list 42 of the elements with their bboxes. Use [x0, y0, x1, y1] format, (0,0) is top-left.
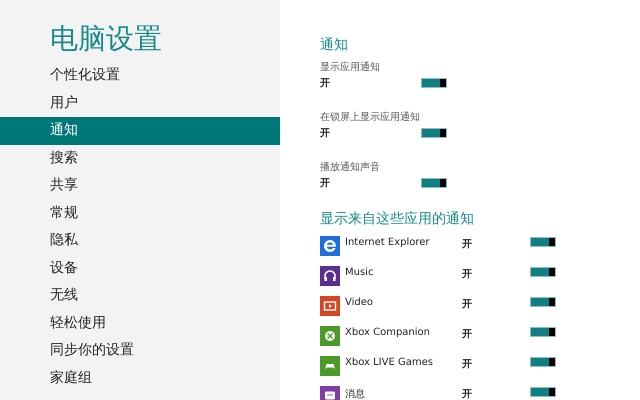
- sidebar-item[interactable]: 搜索: [0, 144, 280, 172]
- toggle-switch[interactable]: [421, 128, 447, 138]
- toggle-switch[interactable]: [421, 78, 447, 88]
- toggle-switch[interactable]: [530, 357, 556, 367]
- app-name: Music: [345, 267, 374, 278]
- toggle-switch[interactable]: [530, 297, 556, 307]
- toggle-state: 开: [462, 238, 473, 251]
- app-name: Video: [345, 297, 374, 308]
- app-name: 消息: [345, 388, 366, 400]
- sidebar-item[interactable]: 家庭组: [0, 364, 280, 392]
- toggle-switch[interactable]: [530, 327, 556, 337]
- sidebar-item[interactable]: 设备: [0, 254, 280, 282]
- toggle-switch[interactable]: [421, 178, 447, 188]
- setting-label: 播放通知声音: [320, 160, 381, 174]
- sidebar-item[interactable]: 常规: [0, 200, 280, 227]
- sidebar-item[interactable]: 个性化设置: [0, 62, 280, 90]
- app-name: Xbox Companion: [345, 327, 431, 338]
- toggle-state: 开: [320, 177, 331, 190]
- toggle-state: 开: [462, 388, 473, 400]
- toggle-state: 开: [462, 268, 473, 281]
- toggle-state: 开: [462, 358, 473, 371]
- setting-label: 显示应用通知: [320, 60, 381, 74]
- setting-label: 在锁屏上显示应用通知: [320, 110, 421, 124]
- page-title: 电脑设置: [50, 22, 163, 56]
- toggle-switch[interactable]: [530, 237, 556, 247]
- section-heading: 通知: [320, 36, 349, 54]
- toggle-switch[interactable]: [530, 267, 556, 277]
- section-heading: 显示来自这些应用的通知: [320, 210, 475, 228]
- sidebar-item[interactable]: 无线: [0, 282, 280, 310]
- sidebar-item[interactable]: 共享: [0, 172, 280, 200]
- toggle-switch[interactable]: [530, 387, 556, 397]
- sidebar-item[interactable]: 用户: [0, 90, 280, 117]
- app-name: Internet Explorer: [345, 237, 431, 248]
- toggle-state: 开: [462, 298, 473, 311]
- sidebar-item[interactable]: 隐私: [0, 227, 280, 254]
- toggle-state: 开: [462, 328, 473, 341]
- sidebar-item[interactable]: 同步你的设置: [0, 337, 280, 364]
- toggle-state: 开: [320, 127, 331, 140]
- app-name: Xbox LIVE Games: [345, 357, 434, 368]
- sidebar-item[interactable]: 轻松使用: [0, 310, 280, 337]
- toggle-state: 开: [320, 77, 331, 90]
- sidebar-item[interactable]: 通知: [0, 117, 280, 144]
